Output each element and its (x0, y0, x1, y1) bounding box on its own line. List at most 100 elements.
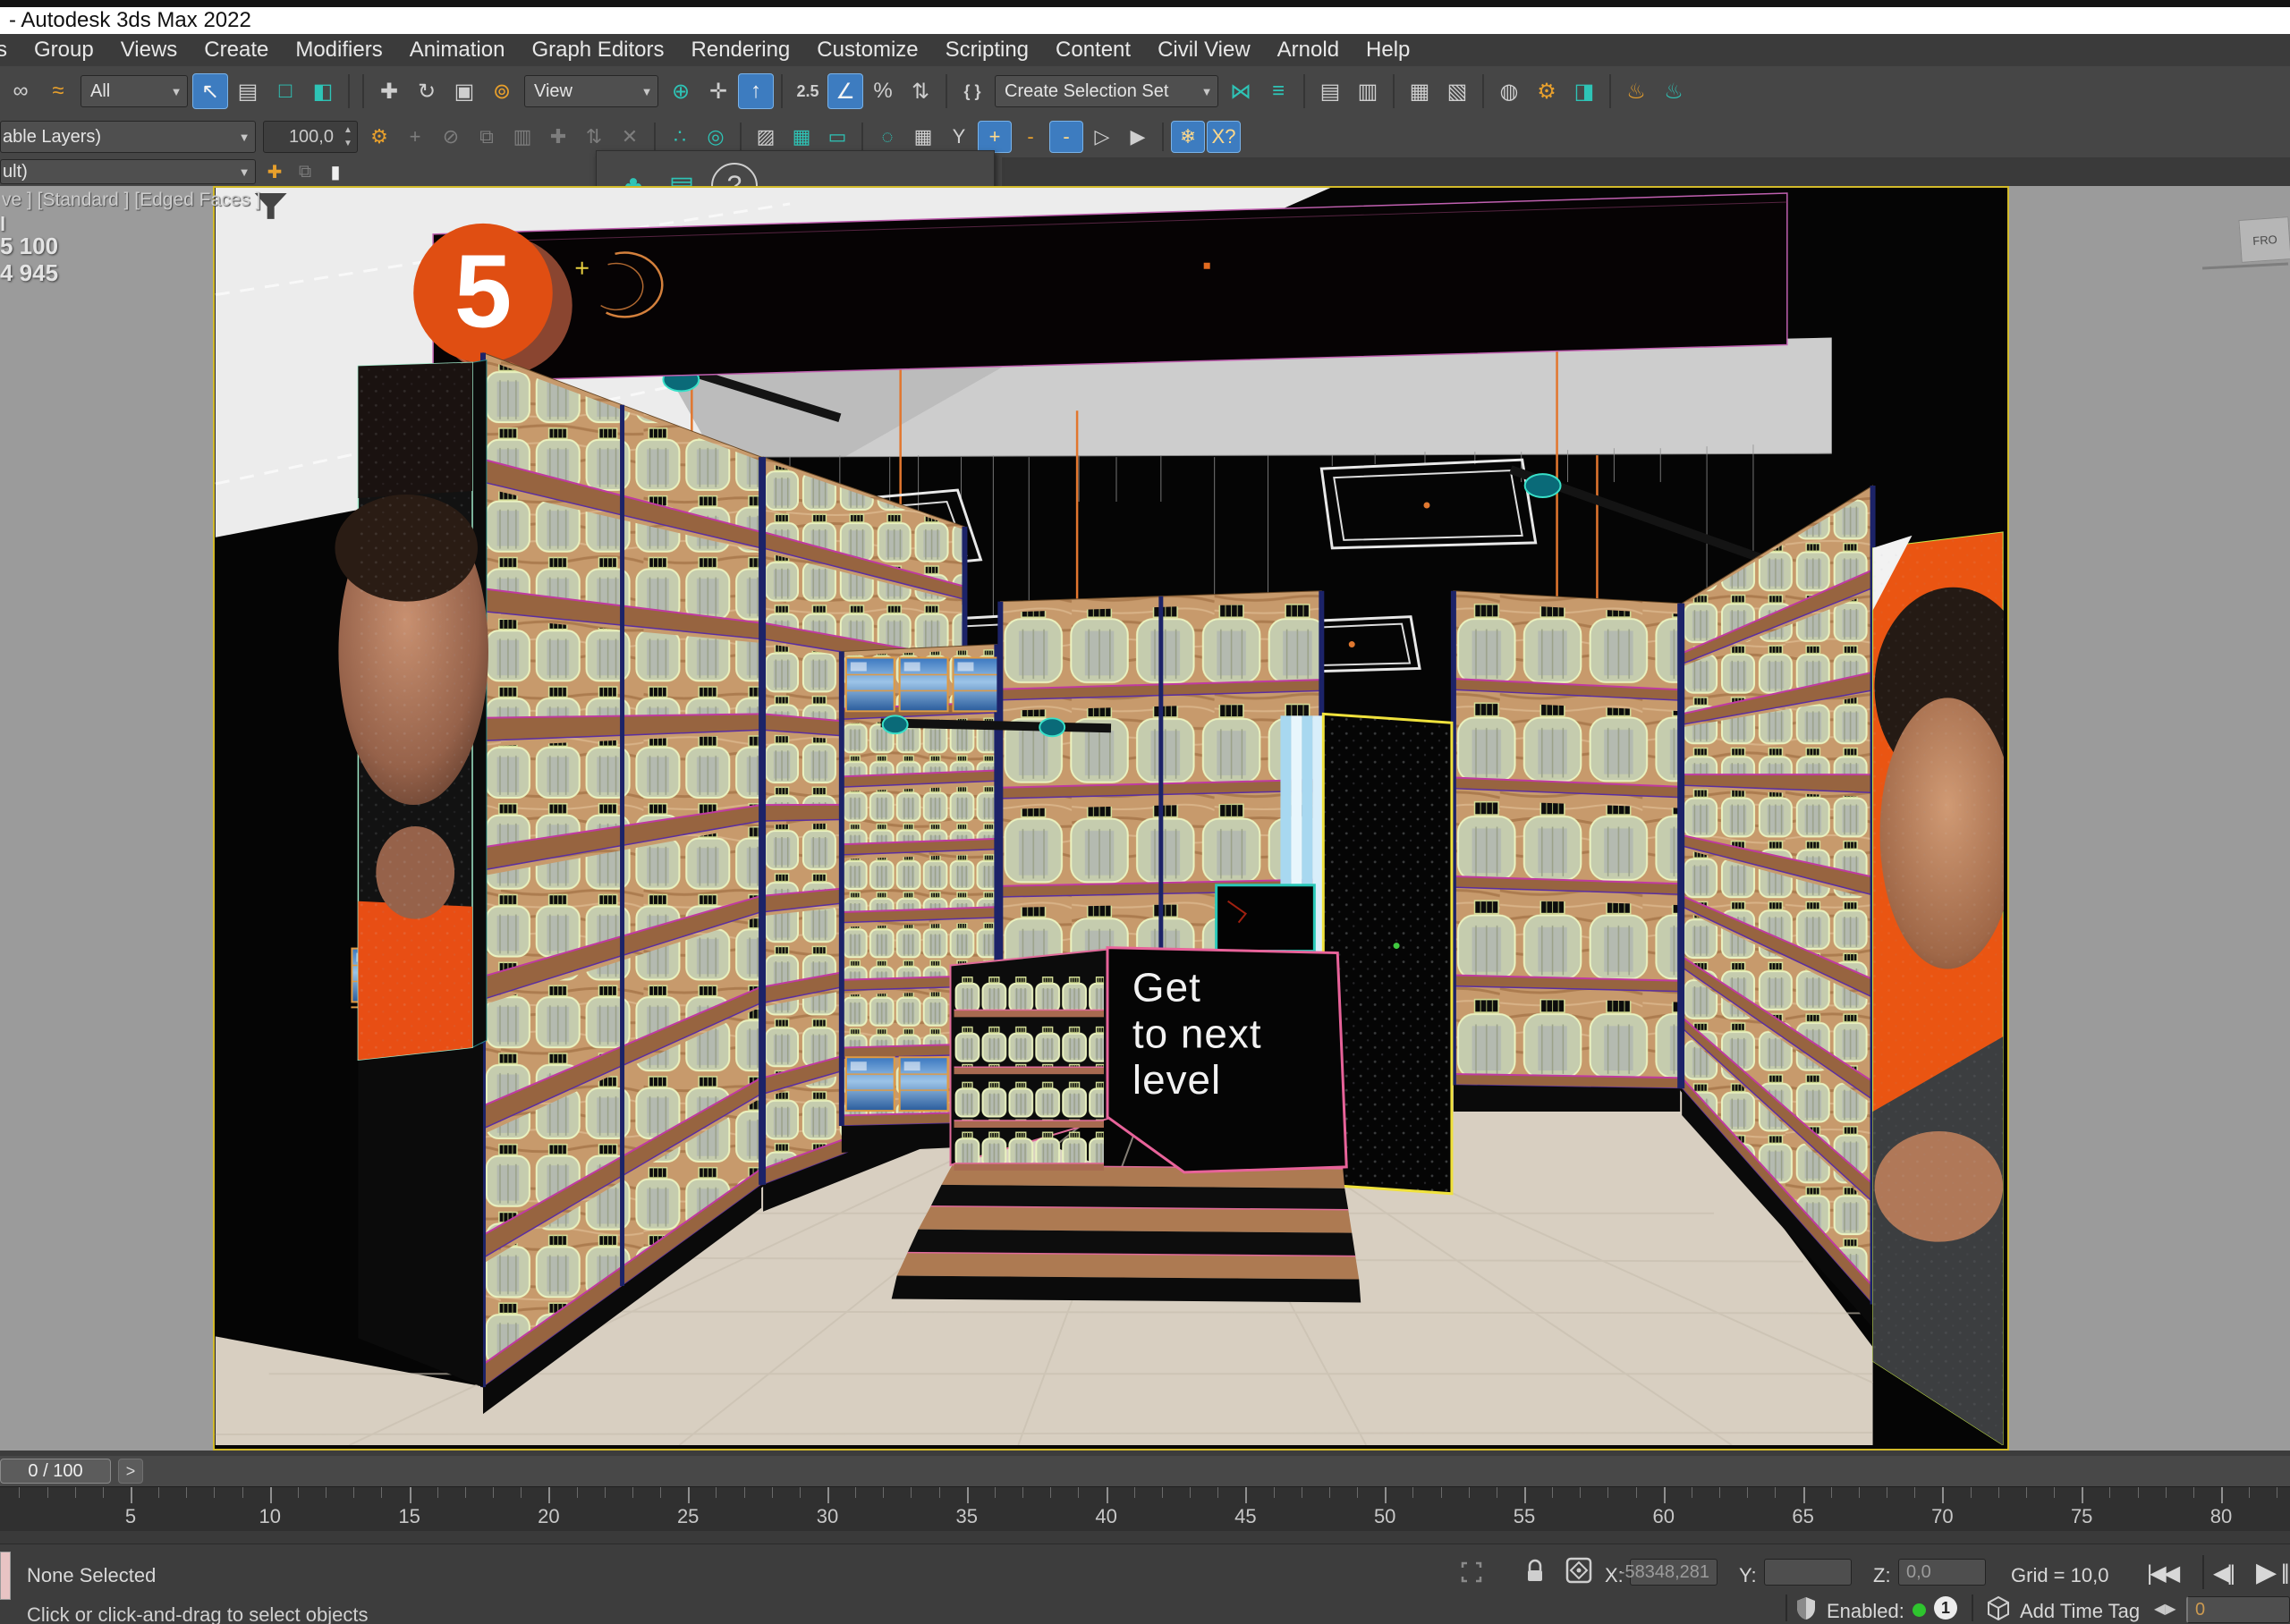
z-coordinate-field[interactable]: 0,0 (1898, 1559, 1986, 1586)
spinner-arrows-icon[interactable]: ▲▼ (339, 123, 357, 150)
select-and-pivot-icon[interactable]: ⊚ (484, 73, 520, 109)
clone-layer-icon[interactable]: ⧉ (470, 121, 504, 153)
shield-icon[interactable] (1796, 1596, 1816, 1624)
right-viewport[interactable] (2009, 186, 2290, 1451)
menu-help[interactable]: Help (1353, 34, 1423, 66)
next-frame-button-2[interactable]: || (2281, 1561, 2286, 1586)
soft-selection-icon[interactable]: ▨ (749, 121, 783, 153)
current-frame-field[interactable]: 0 (2186, 1596, 2290, 1623)
window-crossing-icon[interactable]: ◧ (305, 73, 341, 109)
add-to-layer-icon[interactable]: ▥ (505, 121, 539, 153)
select-object-icon[interactable]: ↖ (192, 73, 228, 109)
menu-s[interactable]: s (0, 34, 21, 66)
snap-frozen-icon[interactable]: ❄ (1171, 121, 1205, 153)
select-and-rotate-icon[interactable]: ↻ (409, 73, 445, 109)
next-frame-button[interactable]: > (118, 1459, 143, 1484)
ik-toggle-icon[interactable]: Y (942, 121, 976, 153)
select-and-manipulate-icon[interactable]: ✛ (700, 73, 736, 109)
curve-editor-icon[interactable]: ▦ (1402, 73, 1438, 109)
go-to-start-button[interactable]: |◀◀ (2147, 1561, 2177, 1586)
selection-region-icon[interactable]: □ (267, 73, 303, 109)
selection-filter-dropdown[interactable]: All ▼ (81, 75, 188, 107)
absolute-mode-icon[interactable] (1565, 1557, 1592, 1588)
delete-layer-icon[interactable]: ⊘ (434, 121, 468, 153)
collapse-layer-icon[interactable]: ⇅ (577, 121, 611, 153)
dot-cluster-icon[interactable]: ∴ (663, 121, 697, 153)
menu-civil-view[interactable]: Civil View (1144, 34, 1264, 66)
isolate-selection-icon[interactable] (1460, 1561, 1483, 1588)
grid-question-icon[interactable]: ▦ (906, 121, 940, 153)
edit-named-sets-icon[interactable]: { } (954, 73, 990, 109)
angle-snap-icon[interactable]: ∠ (827, 73, 863, 109)
spinner-snap-icon[interactable]: ⇅ (903, 73, 938, 109)
select-and-link-icon[interactable]: ∞ (3, 73, 38, 109)
render-setup-icon[interactable]: ⚙ (1529, 73, 1565, 109)
snap-x-icon[interactable]: X? (1207, 121, 1241, 153)
selection-set-dropdown[interactable]: Create Selection Set ▼ (995, 75, 1218, 107)
layers-dropdown[interactable]: able Layers) ▼ (0, 121, 256, 153)
y-coordinate-field[interactable] (1764, 1559, 1852, 1586)
select-and-move-icon[interactable]: ✚ (371, 73, 407, 109)
color-swatch-icon[interactable]: ▮ (321, 159, 350, 184)
menu-rendering[interactable]: Rendering (678, 34, 804, 66)
layer-value-spinner[interactable]: 100,0 ▲▼ (263, 121, 358, 153)
reference-coordinate-dropdown[interactable]: View ▼ (524, 75, 658, 107)
menu-group[interactable]: Group (21, 34, 107, 66)
menu-arnold[interactable]: Arnold (1264, 34, 1353, 66)
render-production-icon[interactable]: ♨ (1618, 73, 1654, 109)
scene-explorer-icon[interactable]: ▤ (1312, 73, 1348, 109)
menu-animation[interactable]: Animation (396, 34, 519, 66)
menu-create[interactable]: Create (191, 34, 282, 66)
play-button[interactable]: ▶ (2256, 1557, 2274, 1588)
measure-icon[interactable]: ▭ (820, 121, 854, 153)
dope-sheet-icon[interactable]: ▧ (1439, 73, 1475, 109)
perspective-viewport[interactable]: 5 (213, 186, 2009, 1451)
lock-selection-icon[interactable] (1526, 1559, 1544, 1587)
title-bar[interactable]: - Autodesk 3ds Max 2022 (0, 7, 2290, 34)
layer-explorer-icon[interactable]: ▥ (1350, 73, 1386, 109)
rendered-frame-icon[interactable]: ◨ (1566, 73, 1602, 109)
snap-toggle-icon[interactable]: 2.5 (790, 73, 826, 109)
time-slider-field[interactable]: 0 / 100 (0, 1459, 111, 1484)
x-coordinate-field[interactable]: -58348,281 (1630, 1559, 1718, 1586)
circle-dots-icon[interactable]: ◌ (870, 121, 904, 153)
select-and-scale-icon[interactable]: ▣ (446, 73, 482, 109)
menu-modifiers[interactable]: Modifiers (282, 34, 395, 66)
key-plus-icon[interactable]: + (978, 121, 1012, 153)
render-iterative-icon[interactable]: ♨ (1656, 73, 1692, 109)
select-by-name-icon[interactable]: ▤ (230, 73, 266, 109)
arrow-outline-icon[interactable]: ▷ (1085, 121, 1119, 153)
mirror-icon[interactable]: ⋈ (1223, 73, 1259, 109)
material-editor-icon[interactable]: ◍ (1491, 73, 1527, 109)
align-icon[interactable]: ≡ (1260, 73, 1296, 109)
arrow-solid-icon[interactable]: ▶ (1121, 121, 1155, 153)
select-in-layer-icon[interactable]: ✚ (541, 121, 575, 153)
key-mode-arrows-icon[interactable]: ◀▶ (2154, 1600, 2176, 1618)
add-selection-icon[interactable]: ✚ (260, 159, 289, 184)
left-viewport[interactable] (0, 186, 213, 1451)
create-layer-icon[interactable]: + (398, 121, 432, 153)
use-center-icon[interactable]: ⊕ (663, 73, 699, 109)
viewport-label[interactable]: ve ] [Standard ] [Edged Faces ] (2, 190, 413, 211)
enabled-count-badge[interactable]: 1 (1934, 1596, 1957, 1620)
layer-list-icon[interactable]: ⧉ (291, 159, 319, 184)
keyboard-override-icon[interactable]: ↑ (738, 73, 774, 109)
preset-dropdown[interactable]: ult) ▼ (0, 159, 256, 184)
percent-snap-icon[interactable]: % (865, 73, 901, 109)
layer-manager-icon[interactable]: ⚙ (362, 121, 396, 153)
maxscript-mini-listener[interactable] (0, 1552, 11, 1600)
menu-content[interactable]: Content (1042, 34, 1144, 66)
grid-align-icon[interactable]: ▦ (785, 121, 818, 153)
key-minus-icon[interactable]: - (1014, 121, 1047, 153)
previous-frame-button[interactable]: ◀|| (2213, 1561, 2233, 1586)
hide-layer-icon[interactable]: ✕ (613, 121, 647, 153)
key-slide-icon[interactable]: - (1049, 121, 1083, 153)
track-bar[interactable]: 5101520253035404550556065707580 (0, 1486, 2290, 1532)
menu-graph-editors[interactable]: Graph Editors (518, 34, 677, 66)
menu-scripting[interactable]: Scripting (932, 34, 1042, 66)
add-time-tag[interactable]: Add Time Tag (2020, 1600, 2140, 1623)
pivot-target-icon[interactable]: ◎ (699, 121, 733, 153)
menu-customize[interactable]: Customize (803, 34, 931, 66)
bind-to-space-warp-icon[interactable]: ≈ (40, 73, 76, 109)
menu-views[interactable]: Views (107, 34, 191, 66)
